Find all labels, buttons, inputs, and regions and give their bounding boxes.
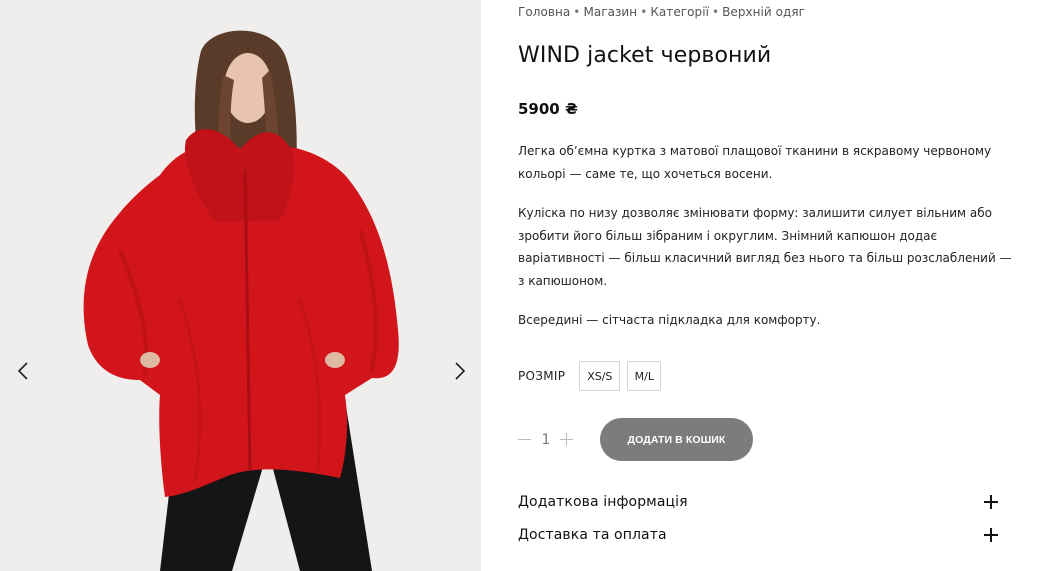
size-label: РОЗМІР [518, 369, 566, 383]
quantity-increase-button[interactable] [560, 432, 574, 447]
accordion-label: Додаткова інформація [518, 494, 688, 510]
quantity-row: 1 ДОДАТИ В КОШИК [518, 418, 753, 461]
breadcrumb-separator: • [711, 5, 720, 19]
gallery-prev-button[interactable] [13, 357, 33, 385]
chevron-right-icon [455, 362, 466, 380]
accordion-additional-info[interactable]: Додаткова інформація [518, 491, 998, 513]
product-photo [0, 0, 481, 571]
breadcrumb-outerwear[interactable]: Верхній одяг [722, 5, 805, 19]
chevron-left-icon [17, 362, 28, 380]
add-to-cart-button[interactable]: ДОДАТИ В КОШИК [600, 418, 753, 461]
breadcrumb-separator: • [640, 5, 648, 19]
product-description-paragraph: Всередині — сітчаста підкладка для комфо… [518, 313, 821, 327]
accordion-label: Доставка та оплата [518, 527, 667, 543]
quantity-decrease-button[interactable] [518, 433, 532, 447]
gallery-next-button[interactable] [450, 357, 470, 385]
product-price: 5900 ₴ [518, 100, 578, 118]
minus-icon [518, 438, 531, 440]
breadcrumb-home[interactable]: Головна [518, 5, 570, 19]
breadcrumb-shop[interactable]: Магазин [583, 5, 637, 19]
plus-icon [984, 495, 998, 509]
plus-icon-vertical [566, 432, 568, 446]
size-option-m-l[interactable]: M/L [627, 361, 662, 391]
size-option-xs-s[interactable]: XS/S [579, 361, 621, 391]
breadcrumb-separator: • [573, 5, 581, 19]
breadcrumb-categories[interactable]: Категорії [650, 5, 709, 19]
product-description-paragraph: Легка об’ємна куртка з матової плащової … [518, 144, 992, 181]
product-description-paragraph: Куліска по низу дозволяє змінювати форму… [518, 206, 1012, 288]
product-gallery [0, 0, 481, 571]
accordion-delivery-payment[interactable]: Доставка та оплата [518, 524, 998, 546]
size-selector: РОЗМІР XS/S M/L [518, 361, 668, 391]
product-title: WIND jacket червоний [518, 43, 772, 68]
product-page: Головна • Магазин • Категорії • Верхній одяг W… [0, 0, 1039, 571]
quantity-value[interactable]: 1 [532, 432, 560, 448]
breadcrumb: Головна • Магазин • Категорії • Верхній одяг [518, 5, 805, 19]
plus-icon [984, 528, 998, 542]
